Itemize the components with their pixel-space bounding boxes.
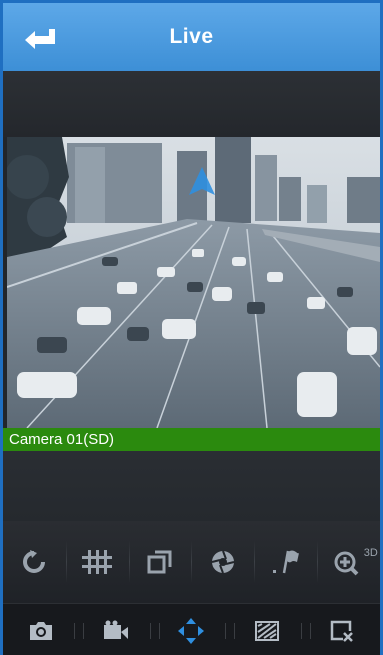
page-title: Live bbox=[169, 25, 214, 48]
bottom-toolbar bbox=[3, 603, 380, 655]
image-adjust-button[interactable] bbox=[225, 604, 304, 655]
middle-empty-area bbox=[3, 451, 380, 521]
live-video-frame bbox=[7, 137, 380, 428]
back-button[interactable] bbox=[21, 23, 61, 53]
video-player[interactable] bbox=[7, 137, 380, 428]
preset-flag-button[interactable] bbox=[254, 521, 317, 603]
camera-label-bar: Camera 01(SD) bbox=[3, 428, 380, 451]
header-bar: Live bbox=[3, 3, 380, 71]
video-record-icon bbox=[104, 620, 129, 639]
zoom-3d-icon bbox=[334, 551, 359, 576]
live-view-screen: Live Camera 01(SD) 3D bbox=[0, 0, 383, 655]
ptz-button[interactable] bbox=[149, 604, 229, 655]
aperture-icon bbox=[211, 550, 235, 574]
ptz-direction-icon bbox=[178, 618, 205, 644]
close-window-button[interactable] bbox=[300, 604, 380, 655]
record-button[interactable] bbox=[74, 604, 153, 655]
layout-button[interactable] bbox=[65, 521, 129, 603]
zoom-3d-button[interactable]: 3D bbox=[316, 521, 380, 603]
close-window-icon bbox=[331, 620, 354, 642]
flag-icon bbox=[272, 550, 299, 574]
camera-icon bbox=[29, 622, 52, 640]
aperture-button[interactable] bbox=[191, 521, 254, 603]
top-toolbar: 3D bbox=[3, 521, 380, 603]
refresh-button[interactable] bbox=[3, 521, 66, 603]
back-arrow-icon bbox=[25, 29, 55, 49]
window-switch-icon bbox=[147, 550, 172, 574]
layout-grid-icon bbox=[82, 550, 113, 574]
image-adjust-icon bbox=[254, 621, 279, 641]
camera-label: Camera 01(SD) bbox=[9, 431, 115, 448]
snapshot-button[interactable] bbox=[3, 604, 78, 655]
top-empty-area bbox=[3, 71, 380, 137]
window-switch-button[interactable] bbox=[128, 521, 192, 603]
zoom-3d-badge: 3D bbox=[363, 547, 378, 559]
refresh-icon bbox=[23, 550, 46, 573]
